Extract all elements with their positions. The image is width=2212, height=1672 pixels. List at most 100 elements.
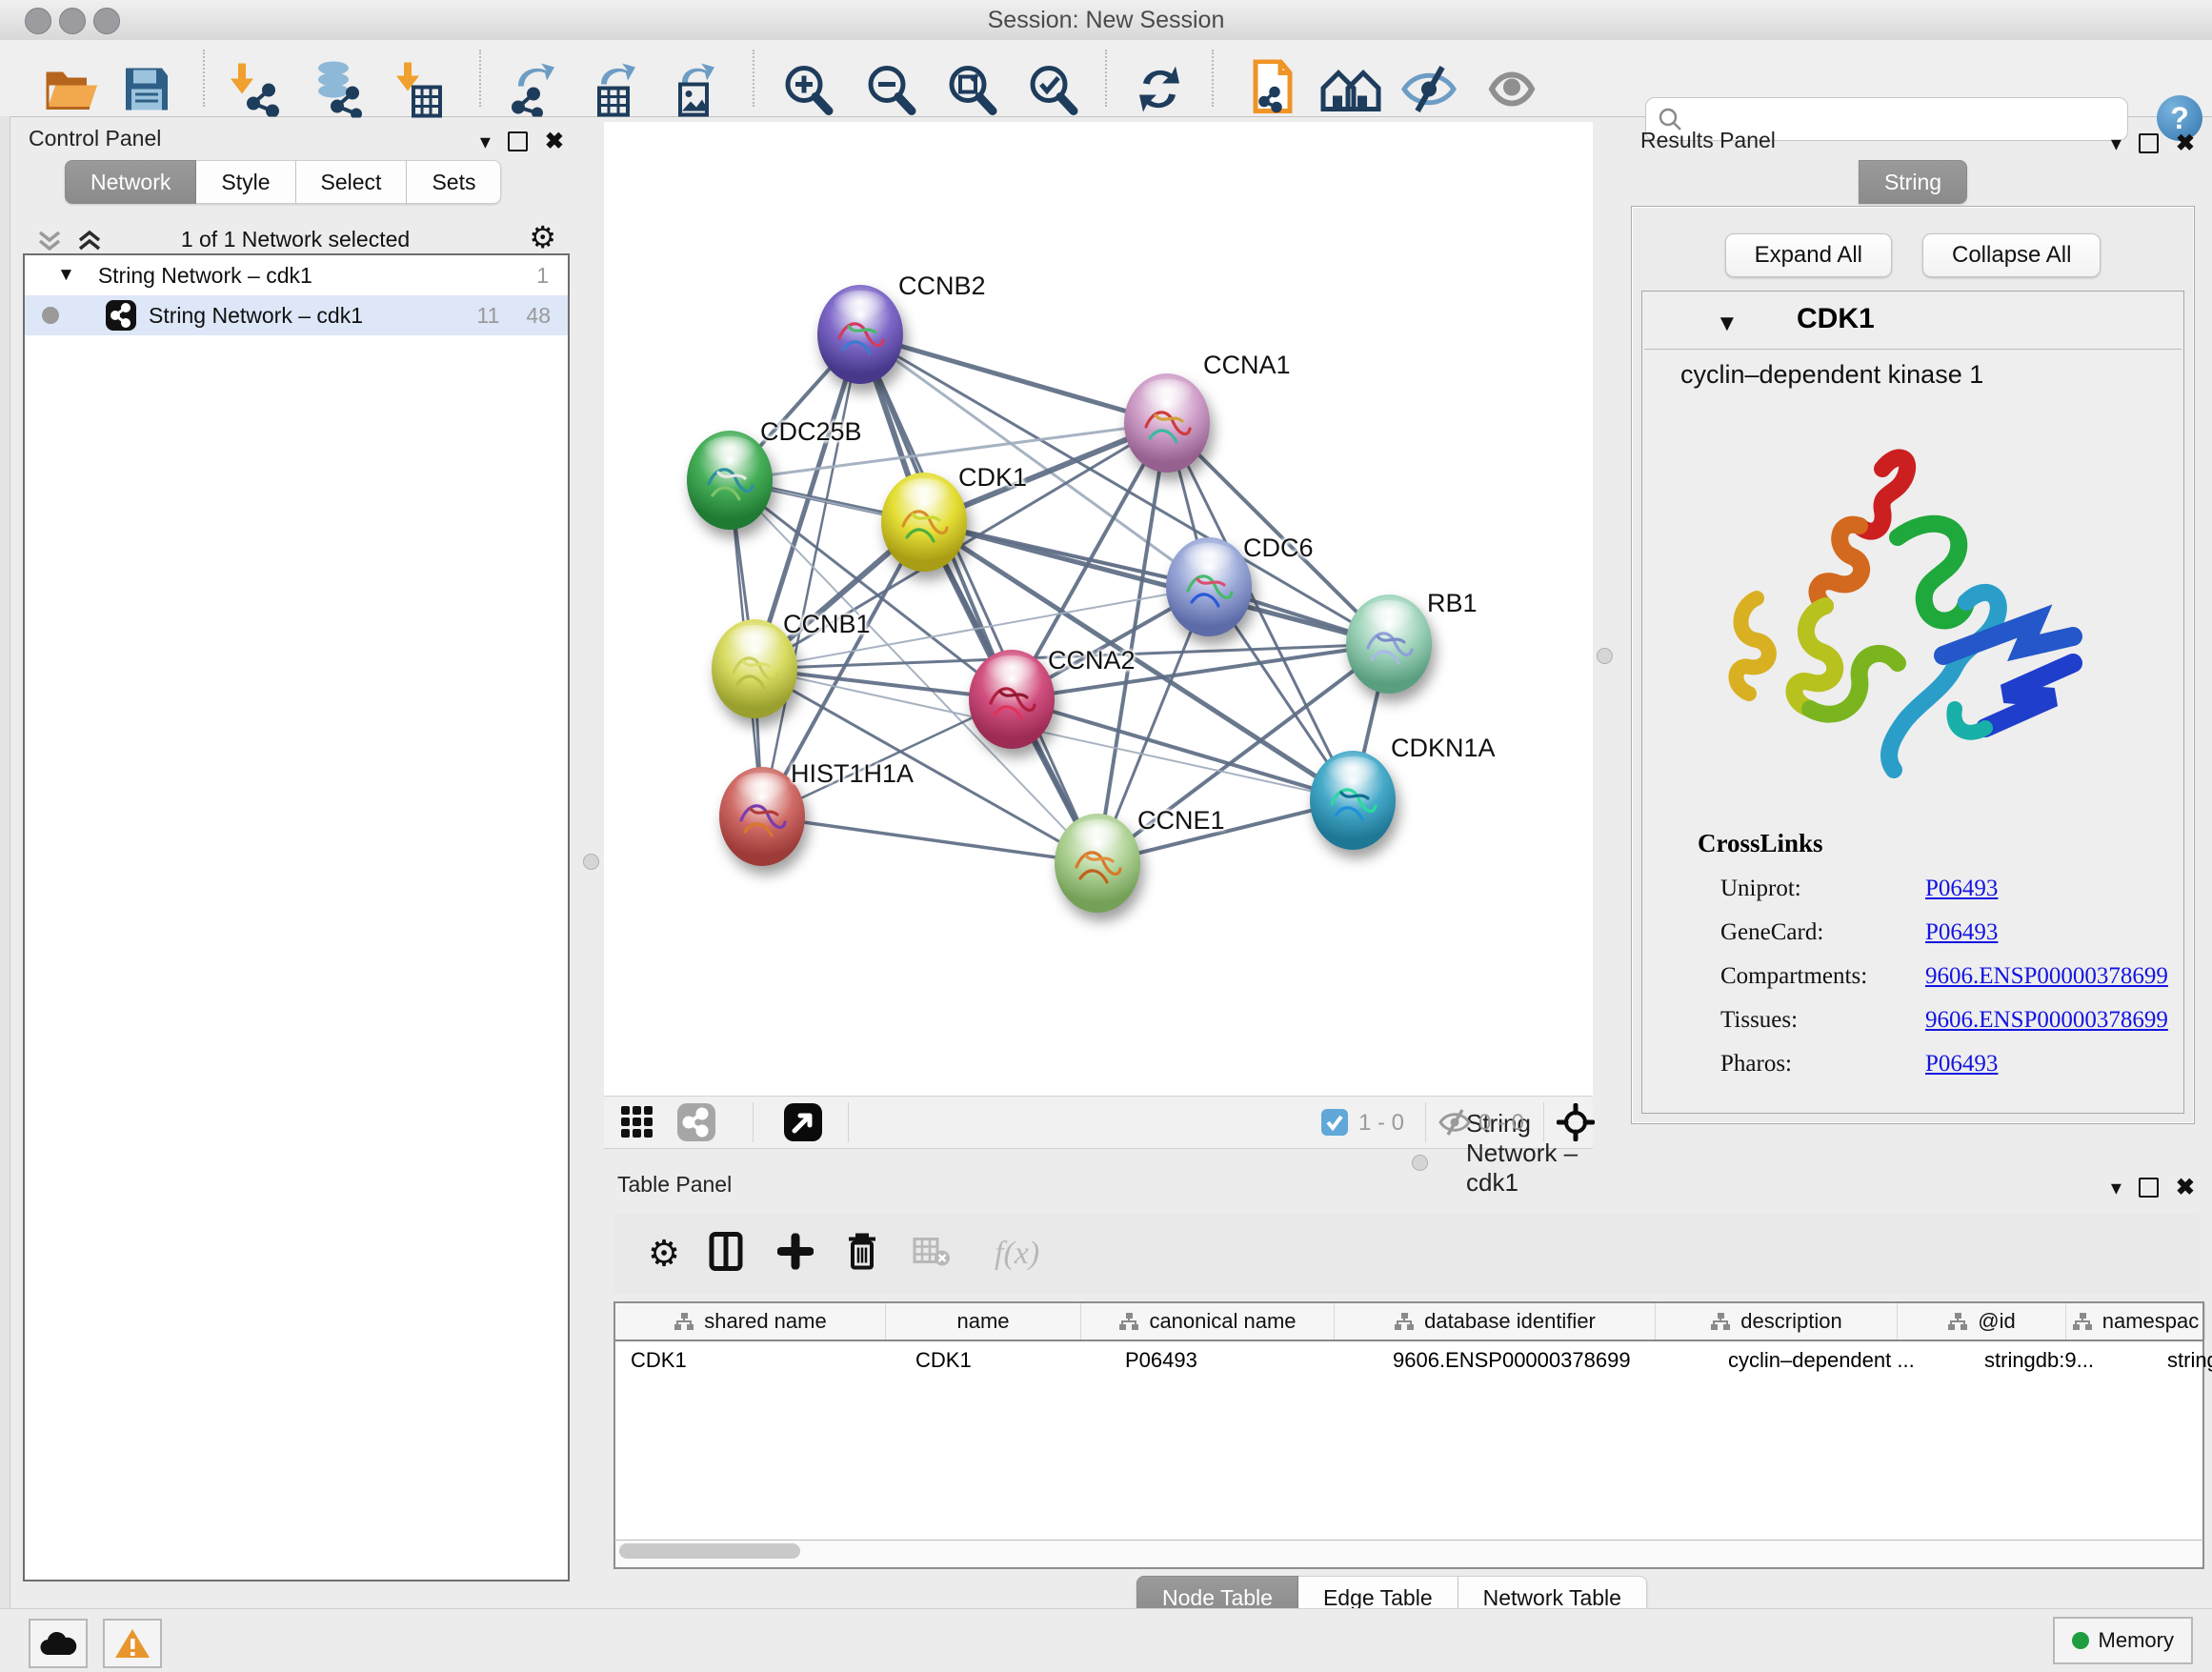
cell--id[interactable]: stringdb:9... [1969, 1341, 2152, 1380]
right-splitter-handle[interactable] [1597, 648, 1613, 664]
node-CCNB2[interactable] [817, 285, 903, 384]
network-share-toggle-icon[interactable] [676, 1102, 716, 1147]
cell-shared-name[interactable]: CDK1 [615, 1341, 900, 1380]
tab-network[interactable]: Network [65, 160, 196, 204]
column-namespace-icon [2072, 1312, 2093, 1331]
tab-string[interactable]: String [1859, 160, 1967, 204]
birdseye-grid-icon[interactable] [619, 1104, 655, 1145]
cell-namespac[interactable]: stringdb [2152, 1341, 2212, 1380]
crosslink-label: Uniprot: [1720, 876, 1925, 902]
edge-CCNB2-CCNA1[interactable] [860, 334, 1167, 423]
crosslink-row: Uniprot: P06493 [1720, 867, 2168, 911]
cell-description[interactable]: cyclin–dependent ... [1713, 1341, 1969, 1380]
node-CCNA1[interactable] [1124, 373, 1210, 473]
column-header-name[interactable]: name [886, 1303, 1081, 1340]
tab-style[interactable]: Style [196, 160, 295, 204]
node-CDK1[interactable] [881, 473, 967, 572]
add-column-icon[interactable] [777, 1234, 814, 1275]
collapse-all-button[interactable]: Collapse All [1922, 233, 2101, 277]
import-network-icon[interactable] [225, 62, 282, 122]
document-network-icon[interactable] [1242, 60, 1296, 124]
network-canvas[interactable]: CCNB2 CCNA1 CDC25B CDK1 [604, 122, 1593, 1096]
delete-column-trash-icon[interactable] [846, 1232, 878, 1277]
toolbar-separator [479, 50, 481, 107]
expand-all-button[interactable]: Expand All [1725, 233, 1892, 277]
gene-description: cyclin–dependent kinase 1 [1680, 360, 1983, 390]
panel-menu-icon[interactable]: ▾ [480, 130, 491, 154]
edge-CCNB2-HIST1H1A[interactable] [762, 334, 860, 816]
column-label: @id [1978, 1309, 2015, 1334]
crosshair-icon[interactable] [1557, 1103, 1595, 1146]
collapse-entry-icon[interactable]: ▼ [1716, 311, 1739, 337]
table-horizontal-scrollbar[interactable] [613, 1540, 2204, 1569]
houses-icon[interactable] [1319, 64, 1382, 120]
hidden-eye-slash-icon[interactable] [1438, 1108, 1471, 1141]
table-row[interactable]: CDK1CDK1P064939606.ENSP00000378699cyclin… [615, 1341, 2202, 1380]
node-CDC6[interactable] [1166, 537, 1252, 636]
column-header-namespac[interactable]: namespac [2066, 1303, 2205, 1340]
column-header-canonical-name[interactable]: canonical name [1081, 1303, 1335, 1340]
network-row-selected[interactable]: String Network – cdk1 11 48 [25, 295, 568, 335]
tree-expand-icon[interactable]: ▼ [57, 265, 75, 286]
panel-close-icon[interactable]: ✖ [2176, 130, 2195, 157]
node-CCNE1[interactable] [1055, 814, 1140, 913]
panel-float-icon[interactable] [508, 131, 528, 151]
gene-header-row[interactable]: ▼ CDK1 [1644, 293, 2182, 350]
edge-HIST1H1A-CCNE1[interactable] [762, 816, 1097, 863]
cell-database-identifier[interactable]: 9606.ENSP00000378699 [1377, 1341, 1713, 1380]
column-header-database-identifier[interactable]: database identifier [1335, 1303, 1656, 1340]
zoom-out-icon[interactable] [862, 62, 917, 122]
open-session-folder-icon[interactable] [44, 65, 99, 119]
zoom-fit-icon[interactable] [943, 62, 998, 122]
crosslink-link[interactable]: P06493 [1925, 876, 1998, 902]
eye-icon[interactable] [1484, 65, 1539, 119]
selected-nodes-checkbox-icon[interactable] [1320, 1108, 1349, 1141]
open-view-external-icon[interactable] [783, 1102, 823, 1147]
column-header--id[interactable]: @id [1898, 1303, 2066, 1340]
save-session-icon[interactable] [122, 65, 171, 119]
column-header-description[interactable]: description [1656, 1303, 1898, 1340]
memory-button[interactable]: Memory [2053, 1617, 2193, 1664]
cloud-button[interactable] [29, 1619, 88, 1668]
export-image-icon[interactable] [667, 62, 722, 122]
zoom-selected-icon[interactable] [1024, 62, 1079, 122]
protein-ribbon-thumbnail [1323, 776, 1382, 829]
column-label: namespac [2102, 1309, 2200, 1334]
node-RB1[interactable] [1346, 594, 1432, 694]
cell-canonical-name[interactable]: P06493 [1110, 1341, 1377, 1380]
left-splitter-handle[interactable] [583, 854, 599, 870]
network-options-gear-icon[interactable]: ⚙ [529, 219, 556, 255]
export-table-icon[interactable] [586, 62, 643, 122]
node-CDKN1A[interactable] [1310, 751, 1396, 850]
scrollbar-thumb[interactable] [619, 1543, 800, 1559]
panel-menu-icon[interactable]: ▾ [2111, 1176, 2122, 1200]
panel-menu-icon[interactable]: ▾ [2111, 131, 2122, 156]
select-columns-icon[interactable] [709, 1232, 743, 1277]
cell-name[interactable]: CDK1 [900, 1341, 1110, 1380]
panel-close-icon[interactable]: ✖ [545, 128, 564, 155]
panel-float-icon[interactable] [2139, 133, 2159, 153]
panel-close-icon[interactable]: ✖ [2176, 1174, 2195, 1201]
node-CCNA2[interactable] [969, 650, 1055, 749]
panel-float-icon[interactable] [2139, 1178, 2159, 1198]
eye-slash-icon[interactable] [1400, 64, 1458, 120]
crosslink-link[interactable]: P06493 [1925, 919, 1998, 946]
refresh-layout-icon[interactable] [1134, 63, 1185, 121]
title-bar: Session: New Session [0, 0, 2212, 41]
network-collection-row[interactable]: ▼ String Network – cdk1 1 [25, 255, 568, 295]
table-options-gear-icon[interactable]: ⚙ [648, 1233, 680, 1276]
import-network-database-icon[interactable] [307, 61, 366, 123]
column-label: shared name [704, 1309, 826, 1334]
warnings-button[interactable] [103, 1619, 162, 1668]
crosslink-link[interactable]: P06493 [1925, 1051, 1998, 1078]
tab-sets[interactable]: Sets [407, 160, 501, 204]
tab-select[interactable]: Select [296, 160, 408, 204]
import-table-icon[interactable] [394, 61, 442, 123]
export-network-icon[interactable] [505, 62, 562, 122]
column-label: canonical name [1149, 1309, 1296, 1334]
zoom-in-icon[interactable] [779, 62, 835, 122]
column-header-shared-name[interactable]: shared name [615, 1303, 886, 1340]
crosslink-link[interactable]: 9606.ENSP00000378699 [1925, 1007, 2168, 1034]
column-label: database identifier [1424, 1309, 1596, 1334]
crosslink-link[interactable]: 9606.ENSP00000378699 [1925, 963, 2168, 990]
